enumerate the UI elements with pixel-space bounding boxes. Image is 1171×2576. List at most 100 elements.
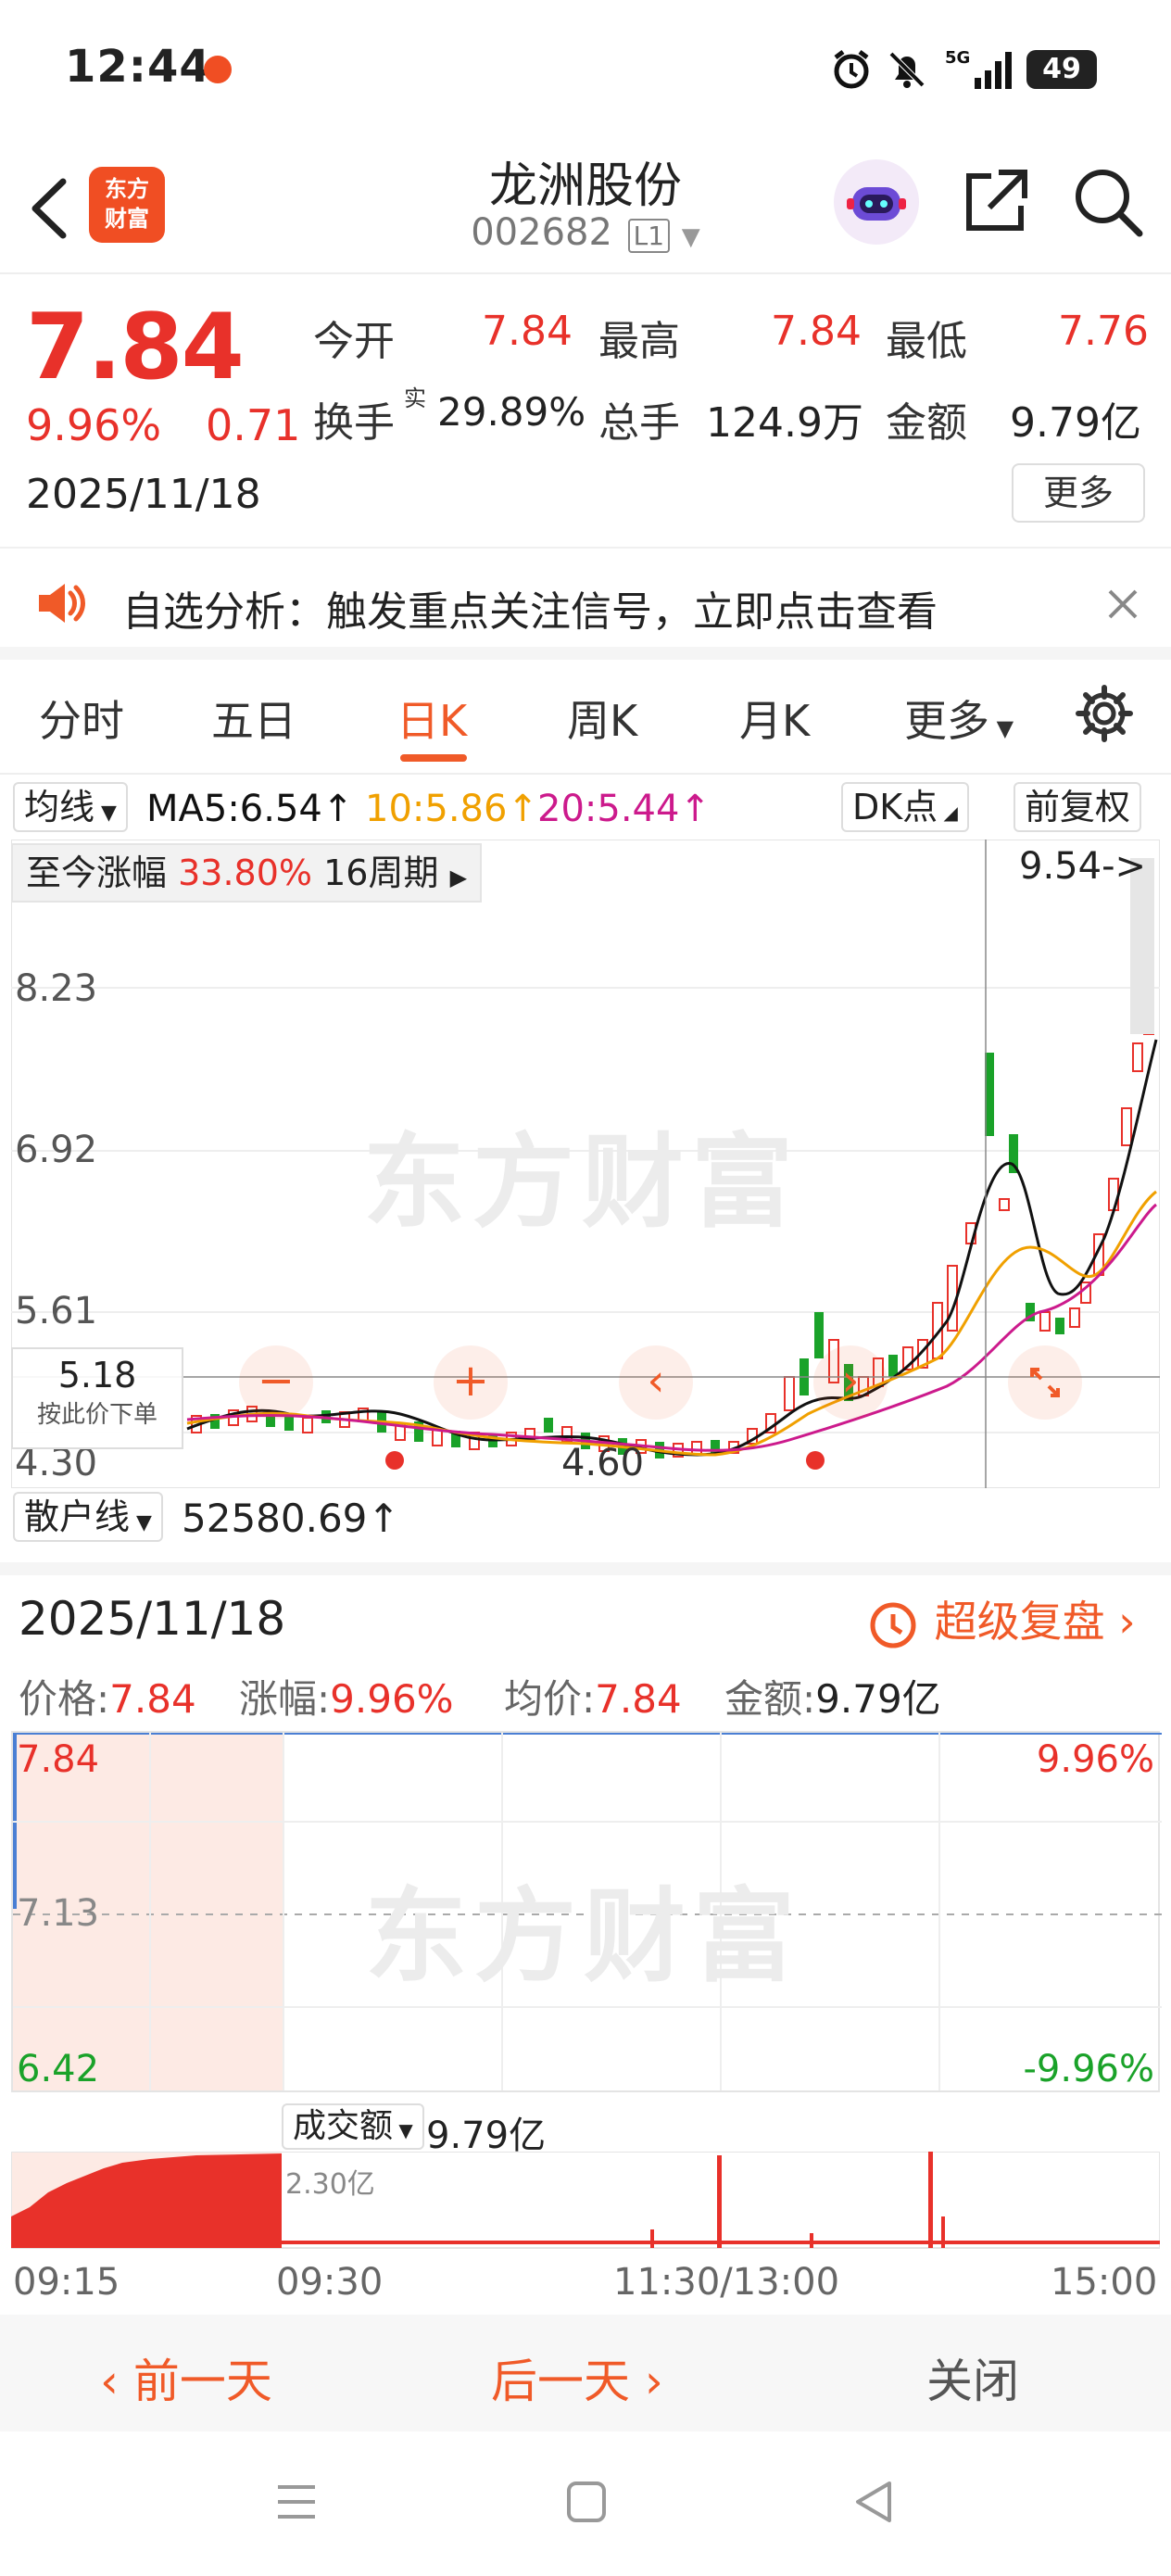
- intraday-chart[interactable]: 东方财富 7.84 7.13 6.42 9.96% -9.96%: [11, 1731, 1162, 2092]
- time-label-close: 15:00: [1051, 2261, 1158, 2304]
- ma20-value: 20:5.44↑: [537, 788, 711, 830]
- next-day-button[interactable]: 后一天 ›: [491, 2344, 663, 2411]
- turnover-label: 换手: [313, 399, 395, 447]
- amount-label: 金额: [886, 399, 967, 447]
- volume-value: 124.9万: [706, 399, 863, 447]
- settings-gear-icon[interactable]: [1075, 684, 1134, 747]
- chevron-down-icon: ▼: [681, 223, 700, 251]
- speaker-icon: [35, 578, 87, 632]
- prev-day-label: 前一天: [132, 2355, 272, 2408]
- caret-down-icon: ▼: [130, 1511, 152, 1534]
- caret-down-icon: ▼: [393, 2119, 413, 2141]
- notification-app-icon: [204, 56, 232, 83]
- tab-monthly-k[interactable]: 月K: [739, 688, 810, 749]
- time-label-open-auction: 09:15: [13, 2261, 120, 2304]
- prev-day-button[interactable]: ‹ 前一天: [100, 2344, 272, 2411]
- candlestick: [999, 1198, 1010, 1211]
- low-marker: 4.60: [561, 1442, 645, 1484]
- detail-pct: 9.96%: [330, 1676, 454, 1722]
- search-icon[interactable]: [1071, 165, 1145, 243]
- sub-indicator-selector[interactable]: 散户线 ▼: [13, 1492, 163, 1542]
- candlestick: [1132, 1042, 1143, 1072]
- period-change-pct: 33.80%: [178, 852, 313, 893]
- alarm-icon: [830, 48, 873, 95]
- crosshair-price: 5.18: [57, 1355, 137, 1395]
- stock-header: 东方 财富 龙洲股份 002682 L1 ▼: [0, 139, 1171, 274]
- indicator-selector[interactable]: 均线 ▼: [13, 782, 128, 832]
- zoom-in-icon[interactable]: +: [434, 1345, 508, 1420]
- system-nav-bar: [0, 2431, 1171, 2576]
- tab-intraday[interactable]: 分时: [39, 688, 124, 749]
- status-bar: 12:44 5G 49: [0, 0, 1171, 139]
- more-quote-button[interactable]: 更多: [1012, 463, 1145, 523]
- intraday-top-pct: 9.96%: [1036, 1738, 1154, 1781]
- candlestick: [1069, 1307, 1080, 1328]
- turnover-value: 29.89%: [437, 389, 586, 435]
- super-replay-label: 超级复盘: [934, 1597, 1105, 1647]
- kline-chart[interactable]: 东方财富 至今涨幅 33.80% 16周期 ▶ 9.54-> 8.23 6.92…: [10, 839, 1161, 1489]
- tab-weekly-k[interactable]: 周K: [567, 688, 637, 749]
- volume-selector-label: 成交额: [293, 2107, 394, 2145]
- crosshair-price-box[interactable]: 5.18 按此价下单: [11, 1347, 183, 1449]
- signal-5g-icon: 5G: [941, 46, 1015, 96]
- high-marker: 9.54->: [1019, 845, 1147, 888]
- corner-caret-icon: ◢: [938, 802, 958, 824]
- chevron-right-icon: ▶: [449, 865, 468, 890]
- detail-amount: 9.79亿: [815, 1676, 941, 1722]
- volume-label: 总手: [598, 399, 680, 447]
- tab-more[interactable]: 更多 ▼: [904, 688, 1014, 749]
- notice-text: 自选分析：触发重点关注信号，立即点击查看: [122, 588, 938, 636]
- close-button[interactable]: 关闭: [926, 2344, 1019, 2411]
- low-value: 7.76: [1058, 308, 1149, 355]
- svg-text:5G: 5G: [945, 48, 970, 68]
- intraday-volume-chart[interactable]: 成交额 ▼ 9.79亿 2.30亿: [11, 2102, 1160, 2250]
- volume-scale: 2.30亿: [285, 2168, 375, 2201]
- back-nav-icon[interactable]: [852, 2480, 895, 2528]
- share-icon[interactable]: [958, 165, 1032, 243]
- caret-down-icon: ▼: [94, 802, 117, 825]
- battery-level: 49: [1042, 53, 1081, 85]
- candlestick: [814, 1312, 824, 1358]
- detail-amount-row: 金额:9.79亿: [724, 1668, 941, 1724]
- menu-nav-icon[interactable]: [274, 2481, 319, 2526]
- order-at-price-hint: 按此价下单: [36, 1401, 157, 1429]
- quote-date: 2025/11/18: [26, 471, 261, 518]
- close-notice-icon[interactable]: [1104, 586, 1141, 626]
- time-label-open: 09:30: [276, 2261, 384, 2304]
- assistant-robot-icon[interactable]: [834, 159, 919, 245]
- notice-banner[interactable]: 自选分析：触发重点关注信号，立即点击查看: [0, 547, 1171, 660]
- sub-indicator-label: 散户线: [24, 1496, 131, 1537]
- change-percent: 9.96%: [26, 400, 162, 450]
- detail-pct-label: 涨幅:: [239, 1676, 331, 1722]
- scroll-right-icon[interactable]: ›: [813, 1345, 888, 1420]
- intraday-bottom-pct: -9.96%: [1023, 2048, 1154, 2090]
- detail-amount-label: 金额:: [724, 1676, 816, 1722]
- dk-point-button[interactable]: DK点 ◢: [841, 782, 969, 832]
- super-replay-button[interactable]: 超级复盘 ›: [865, 1588, 1136, 1653]
- volume-total: 9.79亿: [426, 2115, 547, 2157]
- high-label: 最高: [598, 318, 680, 365]
- scroll-left-icon[interactable]: ‹: [619, 1345, 693, 1420]
- period-change-panel[interactable]: 至今涨幅 33.80% 16周期 ▶: [11, 843, 483, 903]
- period-change-label: 至今涨幅: [26, 852, 168, 893]
- candlestick: [1121, 1107, 1132, 1146]
- volume-selector[interactable]: 成交额 ▼: [282, 2103, 424, 2150]
- chevron-right-icon: ›: [630, 2355, 663, 2408]
- y-label-3: 5.61: [15, 1290, 98, 1332]
- ma10-value: 10:5.86↑: [365, 788, 538, 830]
- intraday-top-price: 7.84: [17, 1738, 100, 1781]
- sub-indicator-value: 52580.69↑: [182, 1496, 400, 1541]
- current-price: 7.84: [26, 295, 245, 400]
- candlestick: [544, 1418, 553, 1433]
- tab-daily-k[interactable]: 日K: [397, 688, 467, 749]
- tab-five-day[interactable]: 五日: [211, 688, 296, 749]
- adjust-selector[interactable]: 前复权: [1014, 782, 1142, 832]
- detail-pct-row: 涨幅:9.96%: [239, 1668, 454, 1724]
- turnover-sup: 实: [404, 385, 426, 411]
- fullscreen-icon[interactable]: [1008, 1345, 1082, 1420]
- zoom-out-icon[interactable]: −: [239, 1345, 313, 1420]
- home-nav-icon[interactable]: [565, 2480, 608, 2528]
- ma5-value: MA5:6.54↑: [146, 788, 354, 830]
- level-badge: L1: [627, 219, 671, 253]
- buy-signal-dot: [385, 1451, 404, 1470]
